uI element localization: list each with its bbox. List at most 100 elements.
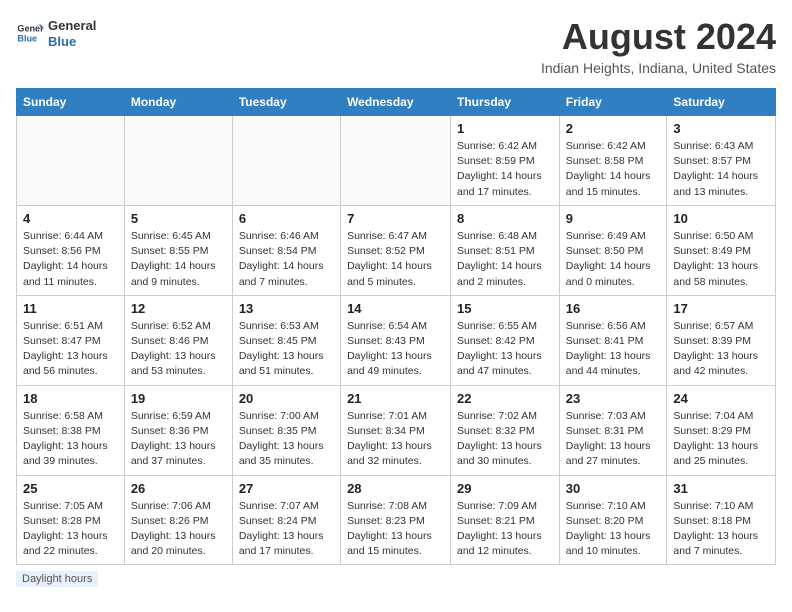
daylight-hours-label: Daylight hours	[16, 571, 98, 587]
day-info: Sunrise: 7:05 AM Sunset: 8:28 PM Dayligh…	[23, 499, 118, 560]
day-number: 22	[457, 391, 553, 406]
weekday-header-monday: Monday	[124, 89, 232, 116]
day-number: 27	[239, 481, 334, 496]
day-info: Sunrise: 7:00 AM Sunset: 8:35 PM Dayligh…	[239, 409, 334, 470]
weekday-header-thursday: Thursday	[451, 89, 560, 116]
location-text: Indian Heights, Indiana, United States	[541, 60, 776, 76]
logo: General Blue General Blue	[16, 16, 96, 49]
day-number: 13	[239, 301, 334, 316]
calendar-cell: 30Sunrise: 7:10 AM Sunset: 8:20 PM Dayli…	[559, 475, 667, 565]
day-info: Sunrise: 6:52 AM Sunset: 8:46 PM Dayligh…	[131, 319, 226, 380]
day-number: 14	[347, 301, 444, 316]
day-number: 10	[673, 211, 769, 226]
calendar-cell: 20 Sunrise: 7:00 AM Sunset: 8:35 PM Dayli…	[232, 385, 340, 475]
day-number: 15	[457, 301, 553, 316]
day-number: 21	[347, 391, 444, 406]
day-number: 6	[239, 211, 334, 226]
calendar-cell: 11 Sunrise: 6:51 AM Sunset: 8:47 PM Dayli…	[17, 295, 125, 385]
calendar-cell: 23 Sunrise: 7:03 AM Sunset: 8:31 PM Dayli…	[559, 385, 667, 475]
day-number: 1	[457, 121, 553, 136]
calendar-cell	[341, 116, 451, 206]
calendar-cell: 15 Sunrise: 6:55 AM Sunset: 8:42 PM Dayli…	[451, 295, 560, 385]
calendar-cell	[232, 116, 340, 206]
day-number: 29	[457, 481, 553, 496]
calendar-cell	[17, 116, 125, 206]
day-info: Sunrise: 6:42 AM Sunset: 8:58 PM Dayligh…	[566, 139, 661, 200]
page-header: General Blue General Blue August 2024 In…	[16, 16, 776, 76]
day-number: 18	[23, 391, 118, 406]
calendar-cell: 27 Sunrise: 7:07 AM Sunset: 8:24 PM Dayli…	[232, 475, 340, 565]
day-info: Sunrise: 6:55 AM Sunset: 8:42 PM Dayligh…	[457, 319, 553, 380]
calendar-cell: 31Sunrise: 7:10 AM Sunset: 8:18 PM Dayli…	[667, 475, 776, 565]
calendar-cell: 22 Sunrise: 7:02 AM Sunset: 8:32 PM Dayli…	[451, 385, 560, 475]
day-info: Sunrise: 7:07 AM Sunset: 8:24 PM Dayligh…	[239, 499, 334, 560]
day-info: Sunrise: 6:48 AM Sunset: 8:51 PM Dayligh…	[457, 229, 553, 290]
calendar-cell: 4Sunrise: 6:44 AM Sunset: 8:56 PM Daylig…	[17, 205, 125, 295]
calendar-table: SundayMondayTuesdayWednesdayThursdayFrid…	[16, 88, 776, 565]
week-row-4: 18Sunrise: 6:58 AM Sunset: 8:38 PM Dayli…	[17, 385, 776, 475]
day-number: 25	[23, 481, 118, 496]
day-info: Sunrise: 7:03 AM Sunset: 8:31 PM Dayligh…	[566, 409, 661, 470]
day-info: Sunrise: 7:02 AM Sunset: 8:32 PM Dayligh…	[457, 409, 553, 470]
day-info: Sunrise: 7:04 AM Sunset: 8:29 PM Dayligh…	[673, 409, 769, 470]
day-number: 5	[131, 211, 226, 226]
day-number: 23	[566, 391, 661, 406]
day-number: 30	[566, 481, 661, 496]
weekday-header-row: SundayMondayTuesdayWednesdayThursdayFrid…	[17, 89, 776, 116]
day-info: Sunrise: 7:01 AM Sunset: 8:34 PM Dayligh…	[347, 409, 444, 470]
calendar-cell: 18Sunrise: 6:58 AM Sunset: 8:38 PM Dayli…	[17, 385, 125, 475]
day-number: 8	[457, 211, 553, 226]
day-info: Sunrise: 6:51 AM Sunset: 8:47 PM Dayligh…	[23, 319, 118, 380]
week-row-5: 25 Sunrise: 7:05 AM Sunset: 8:28 PM Dayli…	[17, 475, 776, 565]
day-number: 9	[566, 211, 661, 226]
calendar-cell: 1 Sunrise: 6:42 AM Sunset: 8:59 PM Daylig…	[451, 116, 560, 206]
calendar-cell: 14Sunrise: 6:54 AM Sunset: 8:43 PM Dayli…	[341, 295, 451, 385]
day-info: Sunrise: 6:56 AM Sunset: 8:41 PM Dayligh…	[566, 319, 661, 380]
logo-subtext: Blue	[48, 34, 96, 50]
calendar-cell	[124, 116, 232, 206]
weekday-header-sunday: Sunday	[17, 89, 125, 116]
day-info: Sunrise: 6:46 AM Sunset: 8:54 PM Dayligh…	[239, 229, 334, 290]
title-block: August 2024 Indian Heights, Indiana, Uni…	[541, 16, 776, 76]
weekday-header-friday: Friday	[559, 89, 667, 116]
calendar-cell: 2Sunrise: 6:42 AM Sunset: 8:58 PM Daylig…	[559, 116, 667, 206]
weekday-header-saturday: Saturday	[667, 89, 776, 116]
day-info: Sunrise: 6:43 AM Sunset: 8:57 PM Dayligh…	[673, 139, 769, 200]
day-number: 7	[347, 211, 444, 226]
calendar-cell: 13 Sunrise: 6:53 AM Sunset: 8:45 PM Dayli…	[232, 295, 340, 385]
day-number: 16	[566, 301, 661, 316]
calendar-cell: 8 Sunrise: 6:48 AM Sunset: 8:51 PM Daylig…	[451, 205, 560, 295]
calendar-cell: 17 Sunrise: 6:57 AM Sunset: 8:39 PM Dayli…	[667, 295, 776, 385]
day-number: 26	[131, 481, 226, 496]
day-info: Sunrise: 6:57 AM Sunset: 8:39 PM Dayligh…	[673, 319, 769, 380]
weekday-header-wednesday: Wednesday	[341, 89, 451, 116]
day-info: Sunrise: 6:44 AM Sunset: 8:56 PM Dayligh…	[23, 229, 118, 290]
day-info: Sunrise: 7:06 AM Sunset: 8:26 PM Dayligh…	[131, 499, 226, 560]
day-number: 19	[131, 391, 226, 406]
logo-text: General	[48, 18, 96, 34]
month-title: August 2024	[541, 16, 776, 58]
calendar-cell: 24 Sunrise: 7:04 AM Sunset: 8:29 PM Dayli…	[667, 385, 776, 475]
weekday-header-tuesday: Tuesday	[232, 89, 340, 116]
day-info: Sunrise: 7:08 AM Sunset: 8:23 PM Dayligh…	[347, 499, 444, 560]
day-info: Sunrise: 6:45 AM Sunset: 8:55 PM Dayligh…	[131, 229, 226, 290]
footer-note: Daylight hours	[16, 573, 776, 585]
day-number: 31	[673, 481, 769, 496]
day-number: 17	[673, 301, 769, 316]
day-number: 20	[239, 391, 334, 406]
calendar-cell: 21 Sunrise: 7:01 AM Sunset: 8:34 PM Dayli…	[341, 385, 451, 475]
day-number: 3	[673, 121, 769, 136]
day-number: 11	[23, 301, 118, 316]
calendar-cell: 6 Sunrise: 6:46 AM Sunset: 8:54 PM Daylig…	[232, 205, 340, 295]
calendar-cell: 3 Sunrise: 6:43 AM Sunset: 8:57 PM Daylig…	[667, 116, 776, 206]
day-info: Sunrise: 6:49 AM Sunset: 8:50 PM Dayligh…	[566, 229, 661, 290]
calendar-cell: 5 Sunrise: 6:45 AM Sunset: 8:55 PM Daylig…	[124, 205, 232, 295]
day-info: Sunrise: 7:09 AM Sunset: 8:21 PM Dayligh…	[457, 499, 553, 560]
day-info: Sunrise: 6:42 AM Sunset: 8:59 PM Dayligh…	[457, 139, 553, 200]
week-row-3: 11 Sunrise: 6:51 AM Sunset: 8:47 PM Dayli…	[17, 295, 776, 385]
day-info: Sunrise: 6:59 AM Sunset: 8:36 PM Dayligh…	[131, 409, 226, 470]
day-info: Sunrise: 6:53 AM Sunset: 8:45 PM Dayligh…	[239, 319, 334, 380]
day-number: 24	[673, 391, 769, 406]
day-info: Sunrise: 6:47 AM Sunset: 8:52 PM Dayligh…	[347, 229, 444, 290]
calendar-cell: 29 Sunrise: 7:09 AM Sunset: 8:21 PM Dayli…	[451, 475, 560, 565]
